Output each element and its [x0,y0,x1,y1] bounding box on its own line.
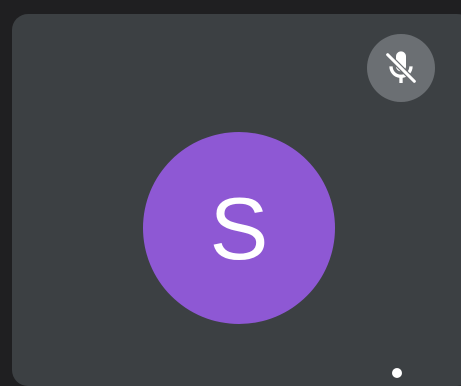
more-vert-icon[interactable] [392,368,402,378]
more-options-button[interactable] [382,359,412,386]
muted-indicator [367,34,435,102]
avatar: S [143,132,335,324]
mic-off-icon [385,51,417,85]
avatar-initial: S [209,179,269,278]
participant-tile: S [12,14,461,386]
